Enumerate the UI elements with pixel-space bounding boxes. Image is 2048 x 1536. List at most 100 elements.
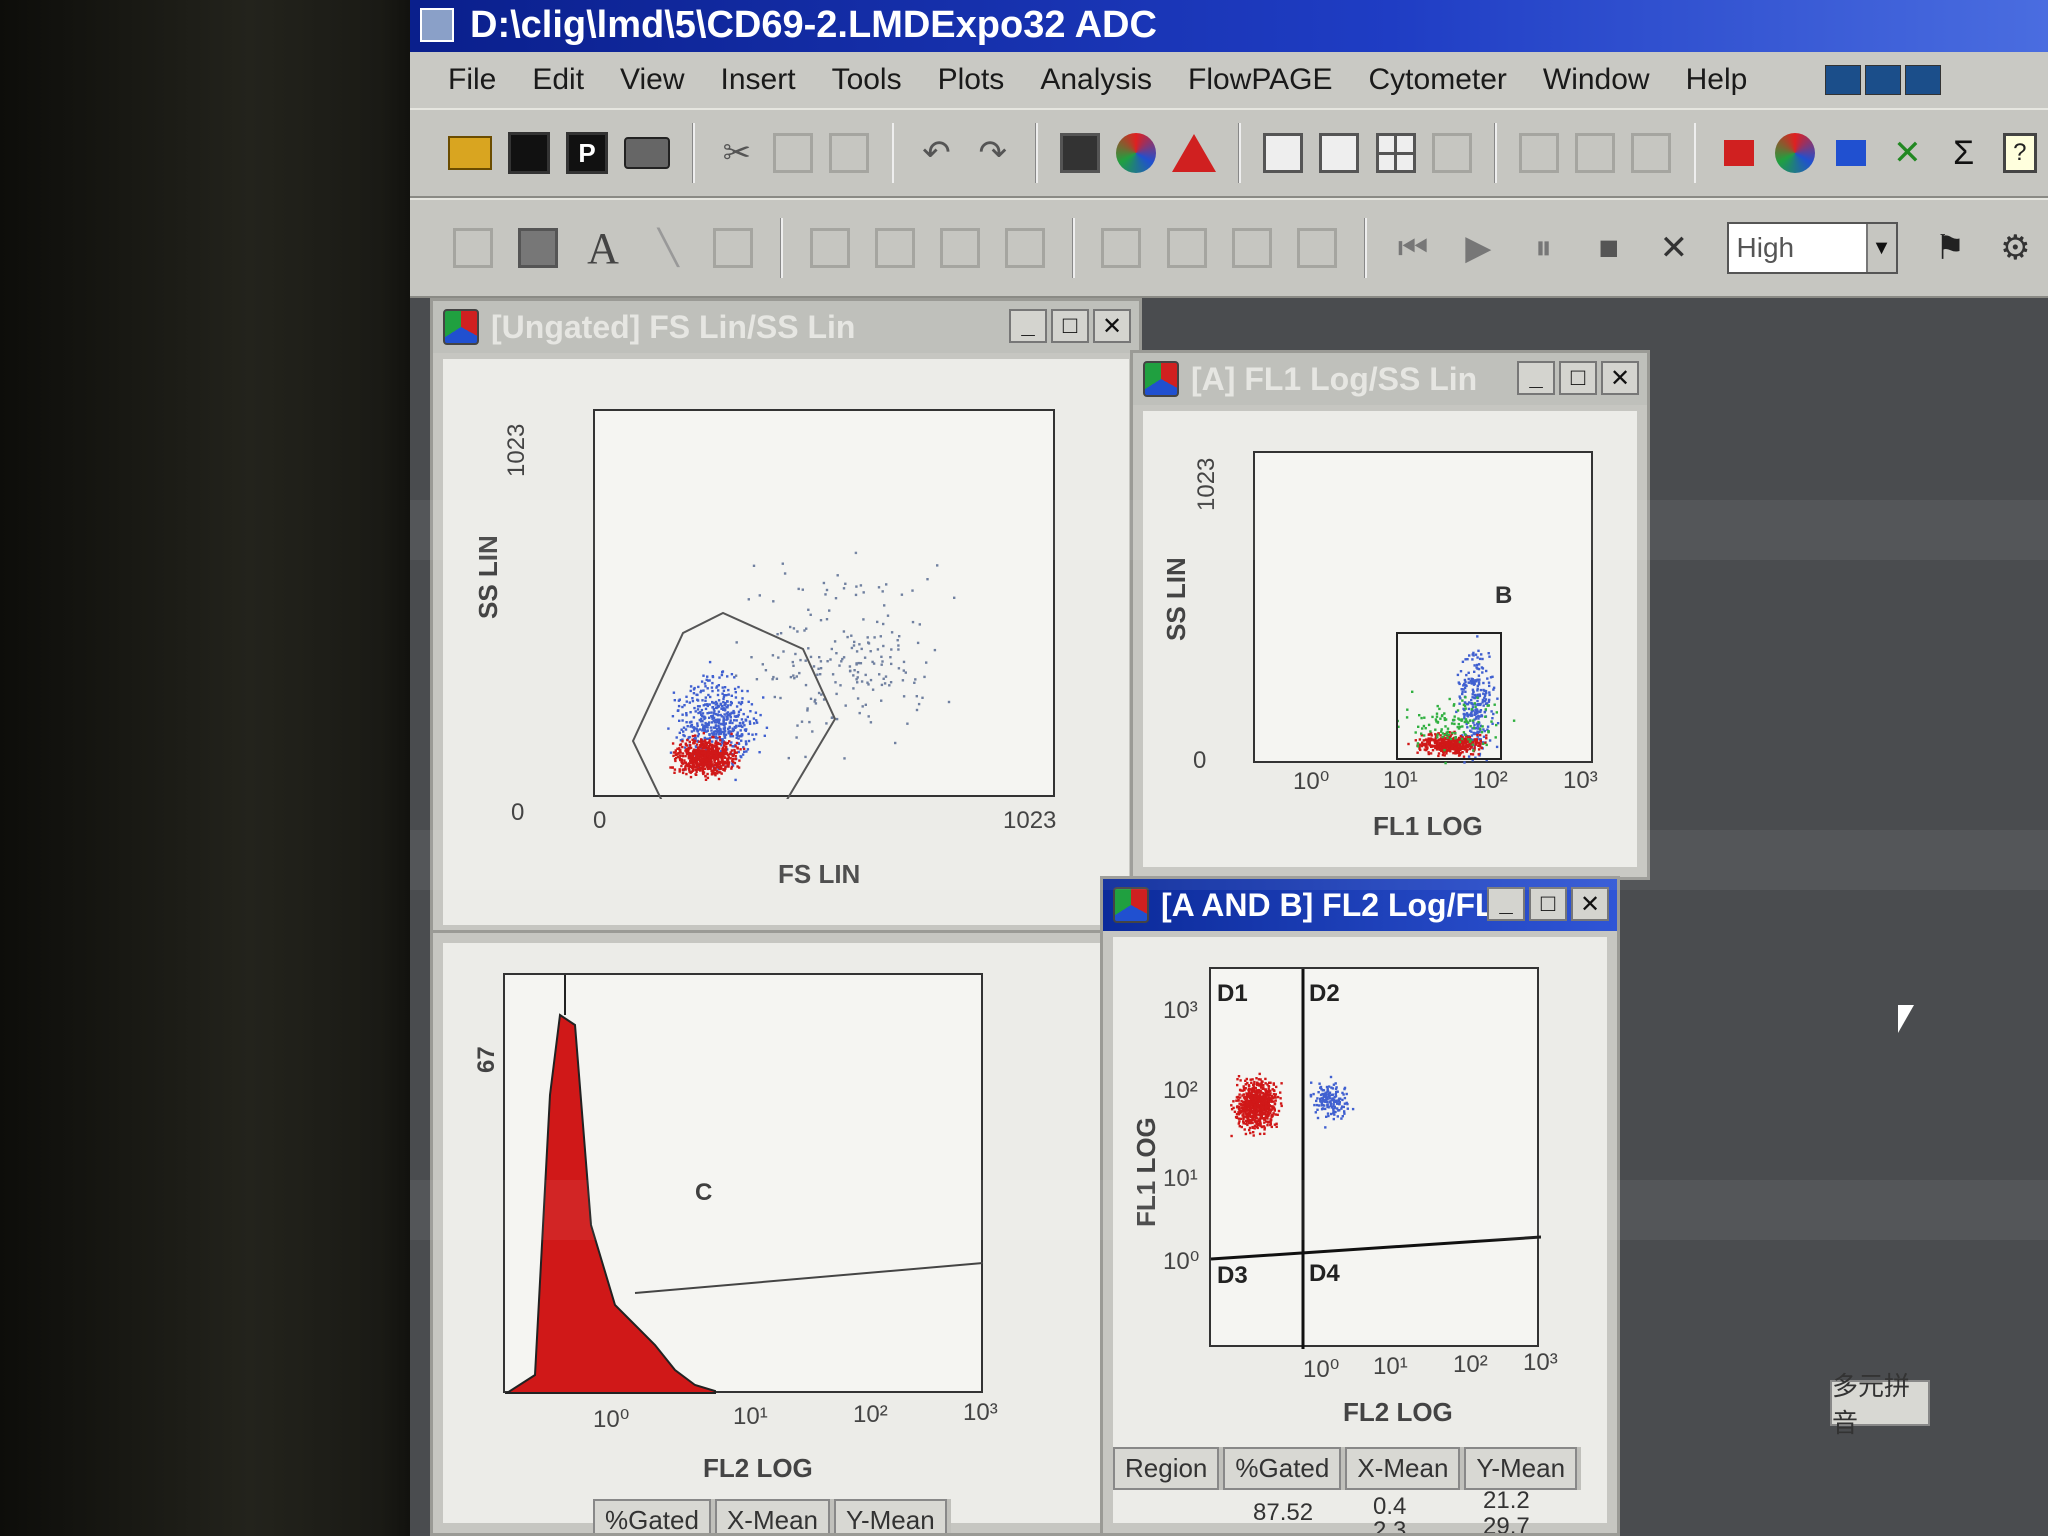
histogram-plot-area[interactable]: C bbox=[503, 973, 984, 1394]
event-dot bbox=[680, 764, 683, 768]
redo-button[interactable]: ↷ bbox=[973, 127, 1013, 179]
text-tool-button[interactable]: A bbox=[578, 222, 627, 274]
layout-quad-button[interactable] bbox=[1375, 127, 1416, 179]
tile-3-button[interactable] bbox=[1631, 127, 1672, 179]
stats-header-gated[interactable]: %Gated bbox=[1223, 1447, 1342, 1490]
line-tool-button[interactable]: ╲ bbox=[644, 222, 693, 274]
acquire-button[interactable]: ⚑ bbox=[1926, 222, 1975, 274]
ime-indicator[interactable]: 多元拼音 bbox=[1830, 1371, 1930, 1438]
mdi-icon-1[interactable] bbox=[1825, 65, 1862, 95]
abort-button[interactable]: ✕ bbox=[1649, 222, 1698, 274]
gate-tool-4-button[interactable] bbox=[1001, 222, 1050, 274]
new-page-button[interactable] bbox=[448, 222, 497, 274]
mdi-icon-3[interactable] bbox=[1905, 65, 1942, 95]
rewind-button[interactable]: ⏮ bbox=[1389, 222, 1438, 274]
minimize-button[interactable]: _ bbox=[1009, 309, 1047, 343]
copy-button[interactable] bbox=[773, 127, 814, 179]
menu-flowpage[interactable]: FlowPAGE bbox=[1170, 63, 1350, 97]
close-button[interactable]: ✕ bbox=[1601, 361, 1639, 395]
palette-button[interactable] bbox=[1774, 127, 1815, 179]
maximize-button[interactable]: □ bbox=[1051, 309, 1089, 343]
plot-window-titlebar[interactable]: [A AND B] FL2 Log/FL... _ □ ✕ bbox=[1103, 879, 1617, 931]
pause-button[interactable]: ⏸ bbox=[1519, 222, 1568, 274]
menu-analysis[interactable]: Analysis bbox=[1022, 63, 1170, 97]
tile-1-button[interactable] bbox=[1518, 127, 1559, 179]
menu-plots[interactable]: Plots bbox=[920, 63, 1023, 97]
close-button[interactable]: ✕ bbox=[1571, 887, 1609, 921]
save-button[interactable] bbox=[508, 127, 550, 179]
tile-2-button[interactable] bbox=[1575, 127, 1616, 179]
menu-tools[interactable]: Tools bbox=[814, 63, 920, 97]
mdi-icon-2[interactable] bbox=[1865, 65, 1902, 95]
plot-window-fl2-fl1[interactable]: [A AND B] FL2 Log/FL... _ □ ✕ FL1 LOG 10… bbox=[1100, 876, 1620, 1536]
undo-button[interactable]: ↶ bbox=[916, 127, 956, 179]
event-dot bbox=[1331, 1098, 1335, 1101]
minimize-button[interactable]: _ bbox=[1517, 361, 1555, 395]
event-dot bbox=[726, 759, 729, 762]
tile-icon bbox=[1575, 133, 1616, 173]
report-button[interactable] bbox=[1718, 127, 1758, 179]
menu-window[interactable]: Window bbox=[1525, 63, 1668, 97]
quadrant-plot-area[interactable]: D1 D2 D3 D4 bbox=[1209, 967, 1542, 1349]
region-c-marker[interactable] bbox=[634, 1262, 984, 1294]
stats-header-ymean[interactable]: Y-Mean bbox=[1464, 1447, 1578, 1490]
maximize-button[interactable]: □ bbox=[1529, 887, 1567, 921]
event-dot bbox=[1477, 663, 1481, 666]
event-dot bbox=[743, 724, 746, 727]
stats-button[interactable]: ✕ bbox=[1887, 127, 1927, 179]
menu-cytometer[interactable]: Cytometer bbox=[1351, 63, 1525, 97]
quadrant-horizontal-line[interactable] bbox=[1210, 1235, 1542, 1261]
plot-window-titlebar[interactable]: [Ungated] FS Lin/SS Lin _ □ ✕ bbox=[433, 301, 1139, 353]
scatter-plot-area[interactable] bbox=[593, 409, 1055, 804]
layout-single-button[interactable] bbox=[1263, 127, 1304, 179]
event-dot bbox=[1275, 1085, 1278, 1089]
event-dot bbox=[1445, 732, 1448, 736]
region-tool-4-button[interactable] bbox=[1292, 222, 1341, 274]
menu-insert[interactable]: Insert bbox=[703, 63, 814, 97]
menu-view[interactable]: View bbox=[602, 63, 702, 97]
triangle-plot-button[interactable] bbox=[1172, 127, 1217, 179]
stats-header-region[interactable]: Region bbox=[1113, 1447, 1220, 1490]
cut-button[interactable]: ✂ bbox=[717, 127, 757, 179]
plot-window-fl1-ss[interactable]: [A] FL1 Log/SS Lin _ □ ✕ SS LIN 1023 0 B… bbox=[1130, 350, 1650, 880]
maximize-button[interactable]: □ bbox=[1559, 361, 1597, 395]
region-tool-3-button[interactable] bbox=[1227, 222, 1276, 274]
color-button[interactable] bbox=[1116, 127, 1157, 179]
stats-header-gated[interactable]: %Gated bbox=[593, 1499, 711, 1533]
event-dot bbox=[807, 608, 810, 611]
rect-tool-button[interactable] bbox=[709, 222, 758, 274]
gate-tool-2-button[interactable] bbox=[870, 222, 919, 274]
stats-header-ymean[interactable]: Y-Mean bbox=[834, 1499, 947, 1533]
stats-header-xmean[interactable]: X-Mean bbox=[1345, 1447, 1461, 1490]
gate-tool-1-button[interactable] bbox=[805, 222, 854, 274]
save-protocol-button[interactable]: P bbox=[566, 127, 608, 179]
help-button[interactable]: ? bbox=[2000, 127, 2040, 179]
sum-button[interactable]: Σ bbox=[1943, 127, 1983, 179]
minimize-button[interactable]: _ bbox=[1487, 887, 1525, 921]
menu-edit[interactable]: Edit bbox=[514, 63, 602, 97]
menu-file[interactable]: File bbox=[430, 63, 514, 97]
insert-picture-button[interactable] bbox=[513, 222, 562, 274]
cytometer-settings-button[interactable]: ⚙ bbox=[1991, 222, 2040, 274]
region-tool-1-button[interactable] bbox=[1097, 222, 1146, 274]
scatter-plot-area[interactable]: B bbox=[1253, 451, 1593, 765]
close-button[interactable]: ✕ bbox=[1093, 309, 1131, 343]
plot-3d-button[interactable] bbox=[1059, 127, 1100, 179]
gate-region-a[interactable] bbox=[631, 611, 837, 804]
stats-header-xmean[interactable]: X-Mean bbox=[714, 1499, 830, 1533]
export-button[interactable] bbox=[1831, 127, 1871, 179]
play-button[interactable]: ▶ bbox=[1454, 222, 1503, 274]
stop-button[interactable]: ■ bbox=[1584, 222, 1633, 274]
region-tool-2-button[interactable] bbox=[1162, 222, 1211, 274]
open-button[interactable] bbox=[448, 127, 492, 179]
paste-button[interactable] bbox=[829, 127, 870, 179]
menu-help[interactable]: Help bbox=[1668, 63, 1766, 97]
plot-window-fs-ss[interactable]: [Ungated] FS Lin/SS Lin _ □ ✕ SS LIN 102… bbox=[430, 298, 1142, 938]
layout-box-button[interactable] bbox=[1319, 127, 1360, 179]
plot-window-fl2-histogram[interactable]: 67 C 10⁰ 10¹ 10² 10³ FL2 LOG %Gated X-Me… bbox=[430, 930, 1120, 1536]
plot-window-titlebar[interactable]: [A] FL1 Log/SS Lin _ □ ✕ bbox=[1133, 353, 1647, 405]
print-button[interactable] bbox=[624, 127, 670, 179]
flow-rate-select[interactable]: High ▼ bbox=[1726, 222, 1898, 274]
layout-grid-button[interactable] bbox=[1431, 127, 1472, 179]
gate-tool-3-button[interactable] bbox=[935, 222, 984, 274]
